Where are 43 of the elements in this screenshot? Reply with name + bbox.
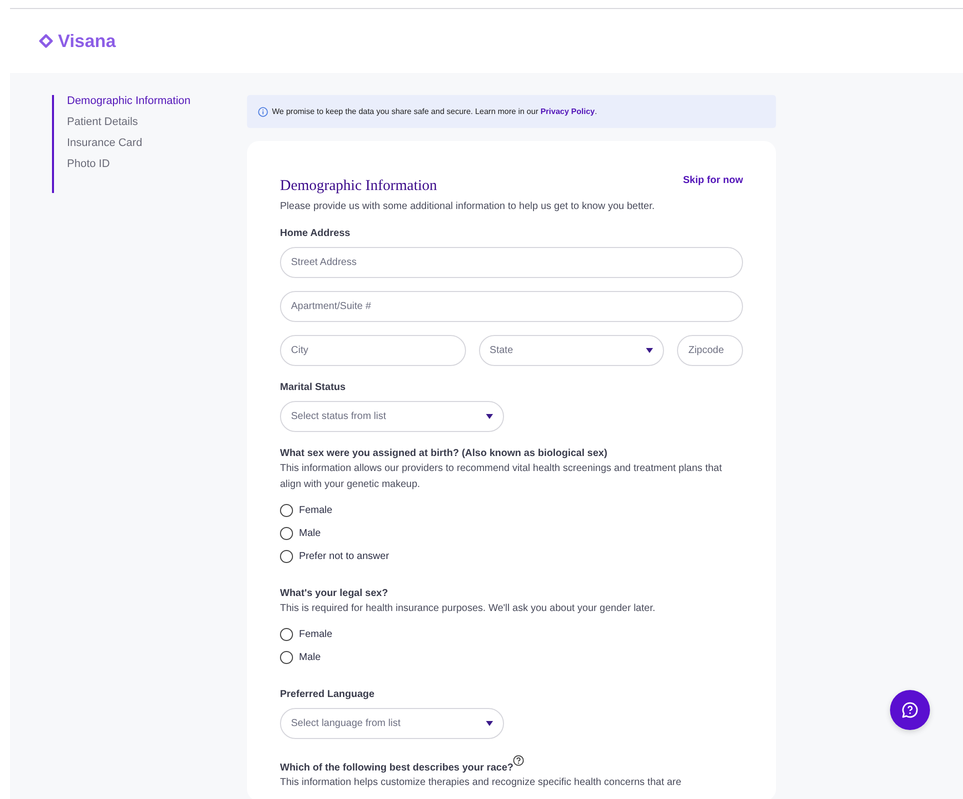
notice-text: We promise to keep the data you share safe and secure. Learn more in our Privacy Policy.	[272, 107, 597, 116]
form-title: Demographic Information	[280, 178, 438, 195]
input-field[interactable]: Apartment/Suite #	[280, 291, 743, 322]
sidebar-item[interactable]: Demographic Information	[67, 95, 227, 107]
privacy-policy-link[interactable]: Privacy Policy	[540, 107, 595, 116]
field-label: Preferred Language	[280, 689, 376, 700]
radio-label[interactable]: Male	[299, 652, 321, 663]
logo-text: Visana	[58, 30, 116, 52]
radio-label[interactable]: Female	[299, 629, 332, 640]
field-label: Which of the following best describes your race?	[280, 755, 743, 774]
select-field[interactable]: Select language from list	[280, 708, 504, 739]
radio-button[interactable]	[280, 628, 293, 641]
skip-link[interactable]: Skip for now	[683, 175, 743, 186]
logo-icon	[38, 34, 54, 48]
radio-label[interactable]: Prefer not to answer	[299, 551, 390, 562]
caret-icon	[486, 414, 493, 419]
help-text: This is required for health insurance purposes. We'll ask you about your gender later.	[280, 602, 656, 616]
radio-button[interactable]	[280, 550, 293, 563]
help-text: This information allows our providers to recommend vital health screenings and treatment plans that align with your genetic makeup.	[280, 462, 723, 492]
radio-button[interactable]	[280, 527, 293, 540]
field-label: What sex were you assigned at birth? (Also known as biological sex)	[280, 448, 608, 459]
form-subtitle: Please provide us with some additional information to help us get to know you better.	[280, 201, 656, 212]
sidebar-item[interactable]: Patient Details	[67, 116, 227, 128]
sidebar-item[interactable]: Insurance Card	[67, 137, 227, 149]
info-icon	[258, 106, 268, 116]
select-field[interactable]: State	[478, 335, 664, 366]
help-icon[interactable]	[513, 755, 524, 766]
field-label: Marital Status	[280, 382, 347, 393]
field-label: What's your legal sex?	[280, 588, 389, 599]
field-label: Home Address	[280, 228, 352, 239]
input-field[interactable]: City	[280, 335, 466, 366]
radio-button[interactable]	[280, 651, 293, 664]
input-field[interactable]: Zipcode	[677, 335, 743, 366]
help-text: This information helps customize therapies and recognize specific health concerns that are	[280, 776, 682, 790]
radio-label[interactable]: Female	[299, 505, 332, 516]
radio-label[interactable]: Male	[299, 528, 321, 539]
sidebar-item[interactable]: Photo ID	[67, 158, 227, 170]
radio-button[interactable]	[280, 504, 293, 517]
chat-help-icon	[901, 701, 919, 719]
caret-icon	[646, 348, 654, 353]
caret-icon	[486, 721, 493, 726]
input-field[interactable]: Street Address	[280, 247, 743, 278]
select-field[interactable]: Select status from list	[280, 401, 504, 432]
